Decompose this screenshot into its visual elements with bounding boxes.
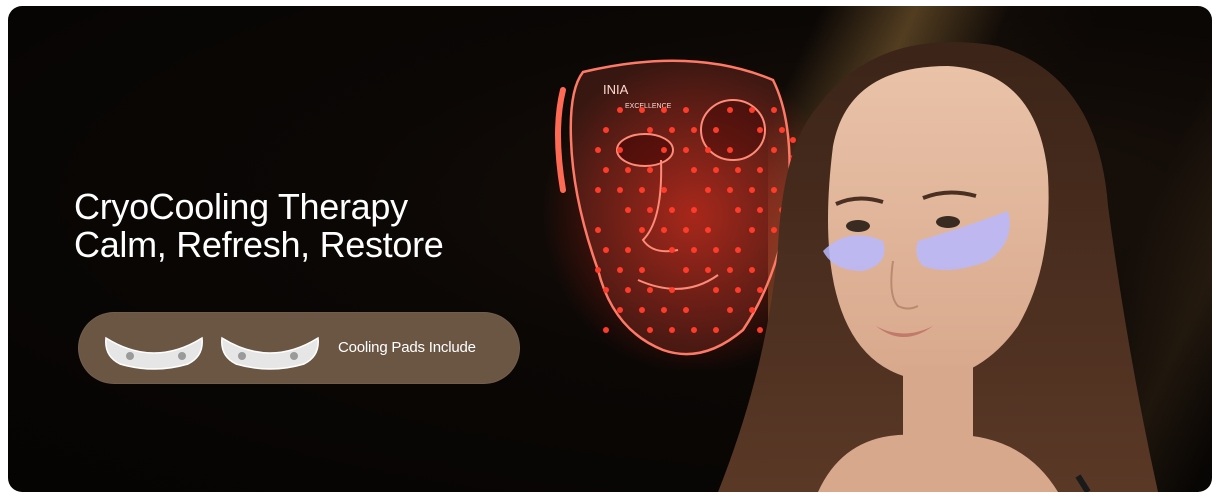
led-dot [639, 227, 645, 233]
led-dot [691, 167, 697, 173]
led-dot [639, 107, 645, 113]
led-dot [683, 227, 689, 233]
led-dot [661, 227, 667, 233]
mask-brand-text: INIA [603, 82, 629, 97]
led-dot [661, 307, 667, 313]
led-dot [647, 127, 653, 133]
led-dot [683, 307, 689, 313]
led-dot [625, 247, 631, 253]
led-dot [617, 147, 623, 153]
hero-banner: CryoCooling Therapy Calm, Refresh, Resto… [8, 6, 1212, 492]
led-dot [603, 287, 609, 293]
led-dot [669, 127, 675, 133]
led-dot [647, 327, 653, 333]
led-dot [683, 107, 689, 113]
led-dot [647, 167, 653, 173]
headline: CryoCooling Therapy Calm, Refresh, Resto… [74, 188, 444, 264]
led-dot [669, 327, 675, 333]
led-dot [647, 287, 653, 293]
led-dot [603, 247, 609, 253]
led-dot [603, 167, 609, 173]
led-dot [669, 287, 675, 293]
led-dot [603, 127, 609, 133]
led-dot [691, 207, 697, 213]
led-dot [661, 107, 667, 113]
led-dot [595, 227, 601, 233]
led-dot [683, 267, 689, 273]
model-portrait-image [718, 42, 1158, 492]
led-dot [661, 147, 667, 153]
cooling-pad-image-left [105, 336, 203, 370]
led-dot [595, 147, 601, 153]
led-dot [669, 247, 675, 253]
headline-line-2: Calm, Refresh, Restore [74, 224, 444, 265]
led-dot [647, 207, 653, 213]
led-dot [617, 187, 623, 193]
led-dot [595, 187, 601, 193]
led-dot [691, 247, 697, 253]
led-dot [625, 167, 631, 173]
led-dot [625, 287, 631, 293]
cooling-pads-pill: Cooling Pads Include [78, 312, 520, 384]
led-dot [669, 207, 675, 213]
led-dot [625, 207, 631, 213]
led-dot [603, 327, 609, 333]
cooling-pad-image-right [221, 336, 319, 370]
cooling-pads-label: Cooling Pads Include [338, 339, 476, 356]
led-dot [617, 267, 623, 273]
led-dot [639, 187, 645, 193]
led-dot [683, 147, 689, 153]
led-dot [639, 307, 645, 313]
led-dot [639, 267, 645, 273]
led-dot [691, 327, 697, 333]
led-dot [617, 307, 623, 313]
led-dot [595, 267, 601, 273]
led-dot [691, 127, 697, 133]
headline-line-1: CryoCooling Therapy [74, 186, 408, 227]
led-dot [617, 107, 623, 113]
led-dot [661, 187, 667, 193]
